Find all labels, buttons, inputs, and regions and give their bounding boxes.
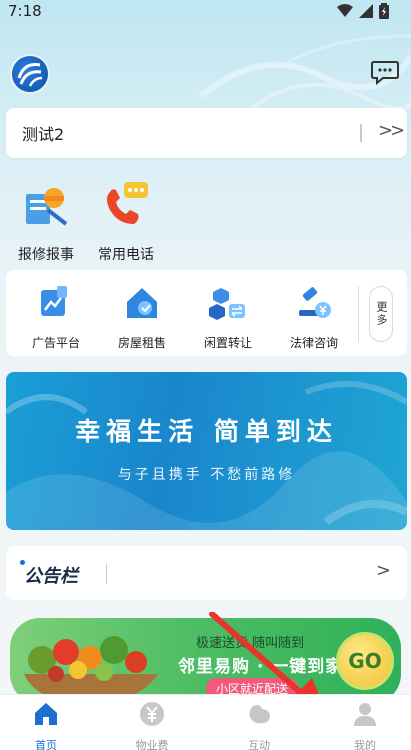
community-logo-icon [10,54,50,94]
notice-board[interactable]: 公告栏 > [6,546,407,600]
grocery-promo-banner[interactable]: 极速送货 随叫随到 邻里易购 · 一键到家 小区就近配送 GO [10,618,401,704]
bottom-tab-bar: 首页 物业费 互动 我的 [0,694,411,750]
banner-wave-decoration [6,381,407,530]
phone-icon [107,182,148,224]
tab-label: 我的 [354,739,376,750]
quick-action-repair[interactable]: 报修报事 [6,180,86,263]
status-bar: 7:18 [0,0,411,24]
transfer-icon [209,288,245,320]
yen-icon [140,702,164,726]
house-icon [127,288,157,318]
tab-label: 首页 [35,739,57,750]
community-selector[interactable]: 测试2 >> [6,108,407,158]
service-label: 闲置转让 [203,336,252,350]
services-card: 广告平台 房屋租售 闲置转让 法律咨询 更多 [6,270,407,356]
repair-icon [26,188,68,226]
promo-line2: 邻里易购 · 一键到家 [178,657,344,677]
quick-action-phone[interactable]: 常用电话 [86,180,166,263]
community-name: 测试2 [22,125,65,144]
interact-icon [249,704,270,724]
promo-line1: 极速送货 随叫随到 [196,636,305,651]
notice-arrow-icon[interactable]: > [376,560,391,581]
quick-action-label: 常用电话 [98,247,154,263]
ad-icon [41,286,67,316]
message-button[interactable] [371,60,399,86]
promo-banner[interactable]: 幸福生活 简单到达 与子且携手 不愁前路修 [6,372,407,530]
service-label: 房屋租售 [117,336,166,350]
signal-icon [359,4,373,18]
service-house-rental[interactable]: 房屋租售 [102,284,182,351]
quick-action-label: 报修报事 [18,247,74,263]
service-label: 广告平台 [31,336,80,350]
notice-divider [106,564,107,584]
notice-title: 公告栏 [24,566,78,587]
battery-icon [379,3,389,19]
community-divider [360,124,362,142]
service-legal-consult[interactable]: 法律咨询 [274,284,354,351]
service-label: 法律咨询 [289,336,338,350]
tab-home[interactable]: 首页 [11,701,81,750]
banner-title: 幸福生活 简单到达 [75,417,338,446]
service-idle-transfer[interactable]: 闲置转让 [188,284,268,351]
banner-subtitle: 与子且携手 不愁前路修 [117,467,296,483]
message-icon [371,61,399,86]
law-icon [299,287,331,318]
promo-go-button[interactable]: GO [336,632,394,690]
services-more-button[interactable]: 更多 [369,286,393,342]
wifi-icon [337,4,353,17]
tab-profile[interactable]: 我的 [330,701,400,750]
tab-label: 物业费 [135,739,169,750]
tab-property-fee[interactable]: 物业费 [117,701,187,750]
status-time: 7:18 [8,2,42,20]
status-icons [337,3,389,19]
tab-label: 互动 [248,739,270,750]
profile-icon [354,703,376,726]
home-icon [35,703,57,725]
service-ad-platform[interactable]: 广告平台 [16,284,96,351]
services-divider [358,286,359,342]
tab-interact[interactable]: 互动 [224,701,294,750]
vegetable-basket-image [24,636,158,703]
community-switch-arrow[interactable]: >> [378,120,405,141]
